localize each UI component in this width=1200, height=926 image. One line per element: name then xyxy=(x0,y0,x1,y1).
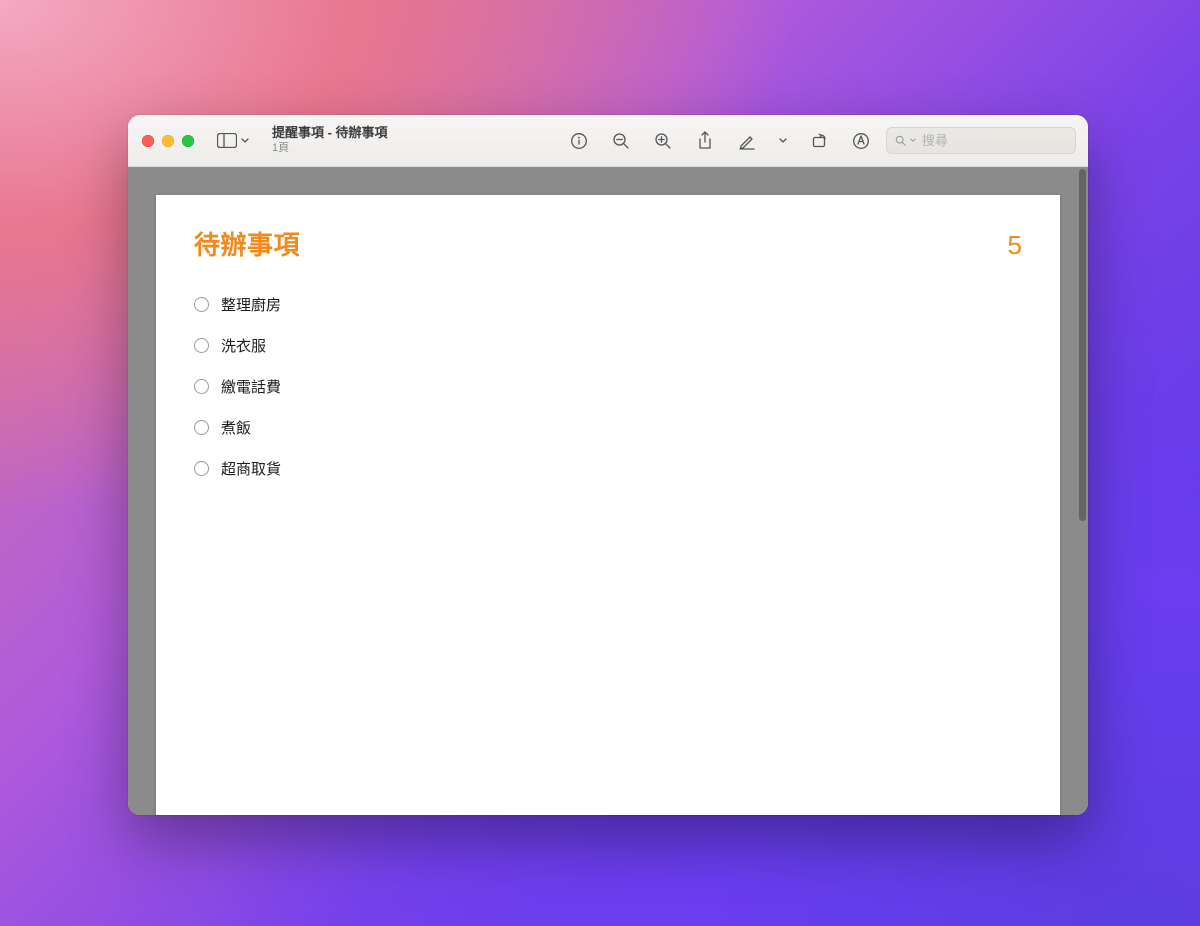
unchecked-circle-icon xyxy=(194,379,209,394)
document-header: 待辦事項 5 xyxy=(194,225,1022,262)
search-input[interactable] xyxy=(922,133,1067,148)
window-title: 提醒事項 - 待辦事項 xyxy=(272,126,388,141)
search-icon xyxy=(895,134,906,147)
todo-item: 繳電話費 xyxy=(194,366,1022,407)
chevron-down-icon xyxy=(910,138,916,143)
share-button[interactable] xyxy=(688,127,722,155)
zoom-in-icon xyxy=(654,132,672,150)
fullscreen-button[interactable] xyxy=(182,135,194,147)
minimize-button[interactable] xyxy=(162,135,174,147)
preview-window: 提醒事項 - 待辦事項 1頁 xyxy=(128,115,1088,815)
scrollbar-thumb[interactable] xyxy=(1079,169,1086,521)
share-icon xyxy=(697,131,713,150)
sidebar-toggle-button[interactable] xyxy=(216,127,250,155)
todo-text: 洗衣服 xyxy=(221,335,266,356)
scrollbar-track[interactable] xyxy=(1079,169,1086,809)
todo-text: 整理廚房 xyxy=(221,294,281,315)
list-title: 待辦事項 xyxy=(194,225,300,262)
sidebar-icon xyxy=(217,133,237,148)
pencil-icon xyxy=(738,132,756,150)
close-button[interactable] xyxy=(142,135,154,147)
todo-text: 煮飯 xyxy=(221,417,251,438)
highlighter-icon xyxy=(852,132,870,150)
todo-text: 繳電話費 xyxy=(221,376,281,397)
rotate-button[interactable] xyxy=(802,127,836,155)
rotate-icon xyxy=(810,132,828,150)
zoom-out-button[interactable] xyxy=(604,127,638,155)
window-controls xyxy=(142,135,194,147)
zoom-in-button[interactable] xyxy=(646,127,680,155)
todo-item: 洗衣服 xyxy=(194,325,1022,366)
todo-list: 整理廚房 洗衣服 繳電話費 煮飯 xyxy=(194,284,1022,489)
window-titlebar: 提醒事項 - 待辦事項 1頁 xyxy=(128,115,1088,167)
markup-button[interactable] xyxy=(730,127,764,155)
zoom-out-icon xyxy=(612,132,630,150)
window-subtitle: 1頁 xyxy=(272,142,388,155)
chevron-down-icon xyxy=(241,138,249,144)
unchecked-circle-icon xyxy=(194,461,209,476)
markup-menu-button[interactable] xyxy=(772,127,794,155)
list-count: 5 xyxy=(1008,230,1022,261)
unchecked-circle-icon xyxy=(194,338,209,353)
desktop-wallpaper: 提醒事項 - 待辦事項 1頁 xyxy=(0,0,1200,926)
document-page: 待辦事項 5 整理廚房 洗衣服 繳電話費 xyxy=(156,195,1060,815)
info-button[interactable] xyxy=(562,127,596,155)
todo-item: 整理廚房 xyxy=(194,284,1022,325)
highlight-button[interactable] xyxy=(844,127,878,155)
info-icon xyxy=(570,132,588,150)
window-title-block: 提醒事項 - 待辦事項 1頁 xyxy=(272,126,388,155)
todo-item: 超商取貨 xyxy=(194,448,1022,489)
chevron-down-icon xyxy=(779,138,787,144)
todo-item: 煮飯 xyxy=(194,407,1022,448)
unchecked-circle-icon xyxy=(194,297,209,312)
todo-text: 超商取貨 xyxy=(221,458,281,479)
unchecked-circle-icon xyxy=(194,420,209,435)
search-field[interactable] xyxy=(886,127,1076,154)
document-viewport[interactable]: 待辦事項 5 整理廚房 洗衣服 繳電話費 xyxy=(128,167,1088,815)
